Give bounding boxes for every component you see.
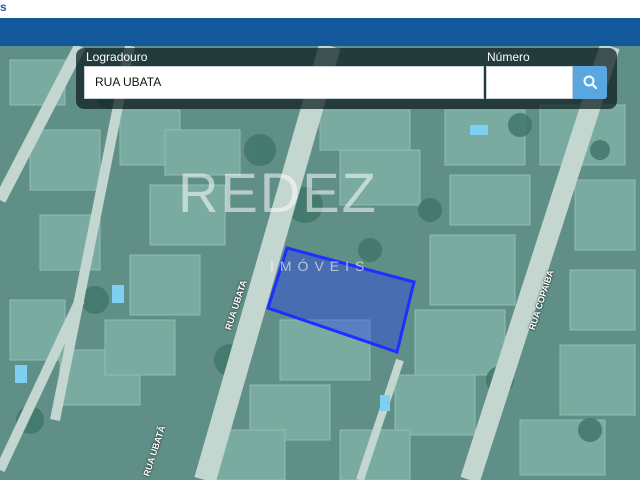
watermark-brand: REDEZ bbox=[178, 161, 378, 224]
logradouro-label: Logradouro bbox=[86, 50, 148, 64]
numero-input[interactable] bbox=[486, 66, 573, 99]
search-icon bbox=[583, 75, 598, 90]
top-strip: s bbox=[0, 0, 640, 18]
logo-fragment: s bbox=[0, 0, 7, 14]
watermark-subtitle: IMÓVEIS bbox=[270, 258, 371, 274]
search-button[interactable] bbox=[573, 66, 607, 99]
numero-label: Número bbox=[487, 50, 530, 64]
logradouro-input[interactable]: RUA UBATA bbox=[84, 66, 484, 99]
navbar bbox=[0, 18, 640, 46]
